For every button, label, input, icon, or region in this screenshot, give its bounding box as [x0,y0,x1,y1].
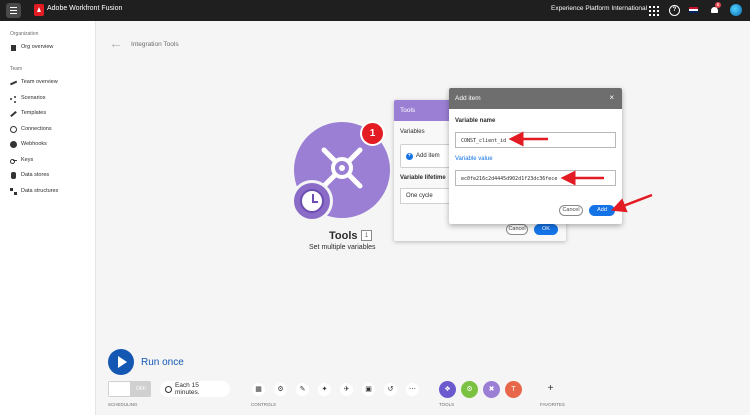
flow-control-icon[interactable]: ❖ [439,381,456,398]
module-subtitle: Set multiple variables [309,244,376,251]
sidebar-item-org-overview[interactable]: Org overview [10,42,53,52]
module-count: 1 [361,230,372,241]
back-arrow-icon[interactable]: ← [109,36,123,50]
magic-wand-icon[interactable]: ✦ [318,383,331,396]
add-favorite-icon[interactable]: + [543,381,558,396]
share-icon [10,95,17,102]
sidebar-item-label: Data stores [21,172,50,178]
scheduling-toggle[interactable]: OFF [108,381,151,397]
clock-icon [165,385,172,393]
sidebar-item-label: Connections [21,126,52,132]
scheduling-label: SCHEDULING [108,402,138,407]
avatar[interactable] [730,4,742,16]
dialog-add-button[interactable]: Add [589,205,615,216]
sidebar-item-connections[interactable]: Connections [10,124,52,134]
sidebar-item-label: Team overview [21,79,58,85]
top-bar: Adobe Workfront Fusion Experience Platfo… [0,0,750,21]
sidebar-item-label: Org overview [21,44,54,50]
sidebar-item-label: Data structures [21,188,59,194]
variable-value-input[interactable]: ec0fe216c2d4445d902d1f23dc36fece [455,170,616,186]
globe-icon [10,140,17,148]
link-icon [10,125,17,133]
variable-value-label: Variable value [455,156,493,162]
module-name: Tools [329,230,358,242]
text-parser-icon[interactable]: T [505,381,522,398]
notification-badge: 8 [715,2,721,8]
building-icon [10,44,17,51]
sidebar-item-label: Templates [21,110,47,116]
sidebar-item-data-structures[interactable]: Data structures [10,186,58,196]
tools-gear-icon[interactable]: ⚙ [461,381,478,398]
dialog-header: Add item × [449,88,622,109]
airplane-icon[interactable]: ✈ [340,383,353,396]
save-icon[interactable]: ▦ [252,383,265,396]
help-icon[interactable]: ? [669,5,680,16]
ok-button[interactable]: OK [534,224,558,235]
briefcase-icon[interactable]: ▣ [362,383,375,396]
app-title: Adobe Workfront Fusion [47,5,123,12]
language-flag-icon[interactable] [689,7,698,13]
dialog-cancel-button[interactable]: Cancel [559,205,583,216]
sidebar-item-templates[interactable]: Templates [10,108,46,118]
breadcrumb: Integration Tools [131,41,179,48]
section-label-organization: Organization [10,31,39,37]
sidebar-item-webhooks[interactable]: Webhooks [10,139,47,149]
history-icon[interactable]: ↺ [384,383,397,396]
wand-icon [10,110,17,117]
key-icon [10,157,17,164]
org-switcher[interactable]: Experience Platform International [551,5,647,12]
apps-grid-icon[interactable] [648,5,659,16]
close-icon[interactable]: × [609,93,614,102]
favorites-label: FAVORITES [540,402,565,407]
sidebar-item-keys[interactable]: Keys [10,155,33,165]
sidebar-item-label: Scenarios [21,95,46,101]
arrow-to-add-button [610,193,653,213]
menu-icon[interactable] [6,3,21,18]
adobe-logo-icon [34,4,44,16]
toggle-knob [109,382,130,396]
variable-name-input[interactable]: CONST_client_id [455,132,616,148]
variable-lifetime-label: Variable lifetime [400,175,446,181]
notes-icon[interactable]: ✎ [296,383,309,396]
chart-line-icon [10,79,17,86]
gear-icon[interactable]: ⚙ [274,383,287,396]
sidebar-item-label: Webhooks [21,141,47,147]
database-icon [10,171,17,179]
sidebar-item-data-stores[interactable]: Data stores [10,170,49,180]
cancel-button[interactable]: Cancel [506,224,528,235]
tools-wrench-icon[interactable]: ✖ [483,381,500,398]
toggle-state: OFF [136,386,146,392]
controls-label: CONTROLS [251,402,277,407]
run-once-label[interactable]: Run once [141,357,184,368]
section-label-team: Team [10,66,23,72]
sidebar-item-label: Keys [21,157,34,163]
more-icon[interactable]: ⋯ [406,383,419,396]
module-badge: 1 [362,123,383,144]
variable-name-label: Variable name [455,118,496,124]
add-item-dialog: Add item × Variable name CONST_client_id… [449,88,622,224]
sidebar-item-scenarios[interactable]: Scenarios [10,93,45,103]
variables-label: Variables [400,129,425,135]
structure-icon [10,187,17,195]
run-once-button[interactable] [108,349,134,375]
schedule-setting[interactable]: Each 15 minutes. [160,381,230,397]
clock-icon [300,189,324,213]
plus-icon: + [406,152,413,160]
tools-label: TOOLS [439,402,455,407]
dialog-title: Add item [455,95,481,102]
sidebar: Organization Org overview Team Team over… [0,21,96,415]
sidebar-item-team-overview[interactable]: Team overview [10,77,58,87]
